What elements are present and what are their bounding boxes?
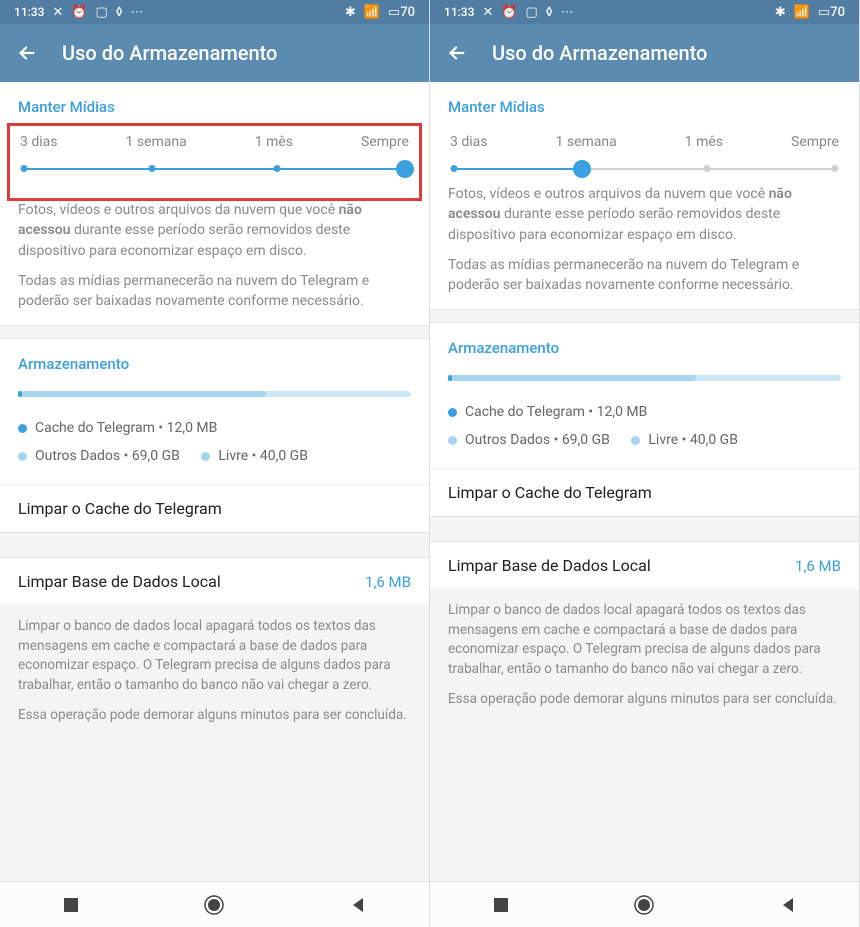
keep-media-title: Manter Mídias	[448, 98, 841, 116]
alarm-icon: ⏰	[71, 5, 87, 20]
nav-recent[interactable]	[62, 896, 80, 914]
slider-label: 3 dias	[450, 134, 487, 150]
nav-bar	[430, 881, 859, 927]
nav-home[interactable]	[203, 894, 225, 916]
cast-icon: ▢	[526, 5, 538, 20]
more-icon: ⋯	[130, 5, 143, 20]
slider-label: Sempre	[791, 134, 839, 150]
local-db-size: 1,6 MB	[795, 557, 841, 575]
nav-back[interactable]	[349, 896, 367, 914]
cast-icon: ▢	[96, 5, 108, 20]
status-bar: 11:33 ✕ ⏰ ▢ ◊ ⋯ ✱ 📶 ▭70	[0, 0, 429, 24]
keep-media-slider[interactable]: 3 dias 1 semana 1 mês Sempre	[450, 134, 839, 174]
slider-label: 1 semana	[556, 134, 617, 150]
legend-free: Livre • 40,0 GB	[201, 443, 308, 470]
local-db-desc: Limpar o banco de dados local apagará to…	[0, 605, 429, 737]
legend-free: Livre • 40,0 GB	[631, 427, 738, 454]
status-bar: 11:33 ✕ ⏰ ▢ ◊ ⋯ ✱ 📶 ▭70	[430, 0, 859, 24]
keep-media-slider[interactable]: 3 dias 1 semana 1 mês Sempre	[16, 132, 413, 192]
more-icon: ⋯	[560, 5, 573, 20]
status-time: 11:33	[14, 5, 44, 19]
slider-label: 1 mês	[685, 134, 723, 150]
keep-media-desc: Fotos, vídeos e outros arquivos da nuvem…	[18, 200, 411, 261]
slider-label: Sempre	[361, 134, 409, 150]
storage-bar	[18, 391, 411, 397]
bluetooth-icon: ✱	[775, 5, 786, 20]
storage-title: Armazenamento	[18, 355, 411, 373]
slider-label: 3 dias	[20, 134, 57, 150]
slider-label: 1 mês	[255, 134, 293, 150]
alarm-icon: ⏰	[501, 5, 517, 20]
page-title: Uso do Armazenamento	[492, 41, 707, 65]
clear-cache-button[interactable]: Limpar o Cache do Telegram	[0, 484, 429, 532]
app-bar: Uso do Armazenamento	[0, 24, 429, 82]
back-button[interactable]	[16, 42, 38, 64]
phone-left: 11:33 ✕ ⏰ ▢ ◊ ⋯ ✱ 📶 ▭70 Uso do Armazenam…	[0, 0, 430, 927]
bluetooth-icon: ✱	[345, 5, 356, 20]
page-title: Uso do Armazenamento	[62, 41, 277, 65]
keep-media-desc: Fotos, vídeos e outros arquivos da nuvem…	[448, 184, 841, 245]
slider-label: 1 semana	[126, 134, 187, 150]
battery-icon: ▭70	[818, 5, 845, 20]
clear-cache-button[interactable]: Limpar o Cache do Telegram	[430, 468, 859, 516]
nav-home[interactable]	[633, 894, 655, 916]
local-db-size: 1,6 MB	[365, 573, 411, 591]
legend-other: Outros Dados • 69,0 GB	[448, 427, 610, 454]
local-db-desc: Limpar o banco de dados local apagará to…	[430, 589, 859, 721]
keep-media-title: Manter Mídias	[18, 98, 411, 116]
phone-right: 11:33 ✕ ⏰ ▢ ◊ ⋯ ✱ 📶 ▭70 Uso do Armazenam…	[430, 0, 860, 927]
sync-icon: ◊	[546, 5, 553, 20]
app-bar: Uso do Armazenamento	[430, 24, 859, 82]
clear-local-db-button[interactable]: Limpar Base de Dados Local 1,6 MB	[430, 542, 859, 589]
signal-icon: 📶	[794, 5, 810, 20]
legend-other: Outros Dados • 69,0 GB	[18, 443, 180, 470]
signal-icon: 📶	[364, 5, 380, 20]
dnd-icon: ✕	[482, 5, 493, 20]
legend-cache: Cache do Telegram • 12,0 MB	[448, 399, 647, 426]
back-button[interactable]	[446, 42, 468, 64]
legend-cache: Cache do Telegram • 12,0 MB	[18, 415, 217, 442]
storage-bar	[448, 375, 841, 381]
dnd-icon: ✕	[52, 5, 63, 20]
slider-thumb[interactable]	[396, 160, 414, 178]
nav-recent[interactable]	[492, 896, 510, 914]
storage-title: Armazenamento	[448, 339, 841, 357]
keep-media-desc2: Todas as mídias permanecerão na nuvem do…	[18, 271, 411, 312]
keep-media-desc2: Todas as mídias permanecerão na nuvem do…	[448, 255, 841, 296]
nav-back[interactable]	[779, 896, 797, 914]
slider-thumb[interactable]	[573, 160, 591, 178]
sync-icon: ◊	[116, 5, 123, 20]
clear-local-db-button[interactable]: Limpar Base de Dados Local 1,6 MB	[0, 558, 429, 605]
nav-bar	[0, 881, 429, 927]
battery-icon: ▭70	[388, 5, 415, 20]
status-time: 11:33	[444, 5, 474, 19]
